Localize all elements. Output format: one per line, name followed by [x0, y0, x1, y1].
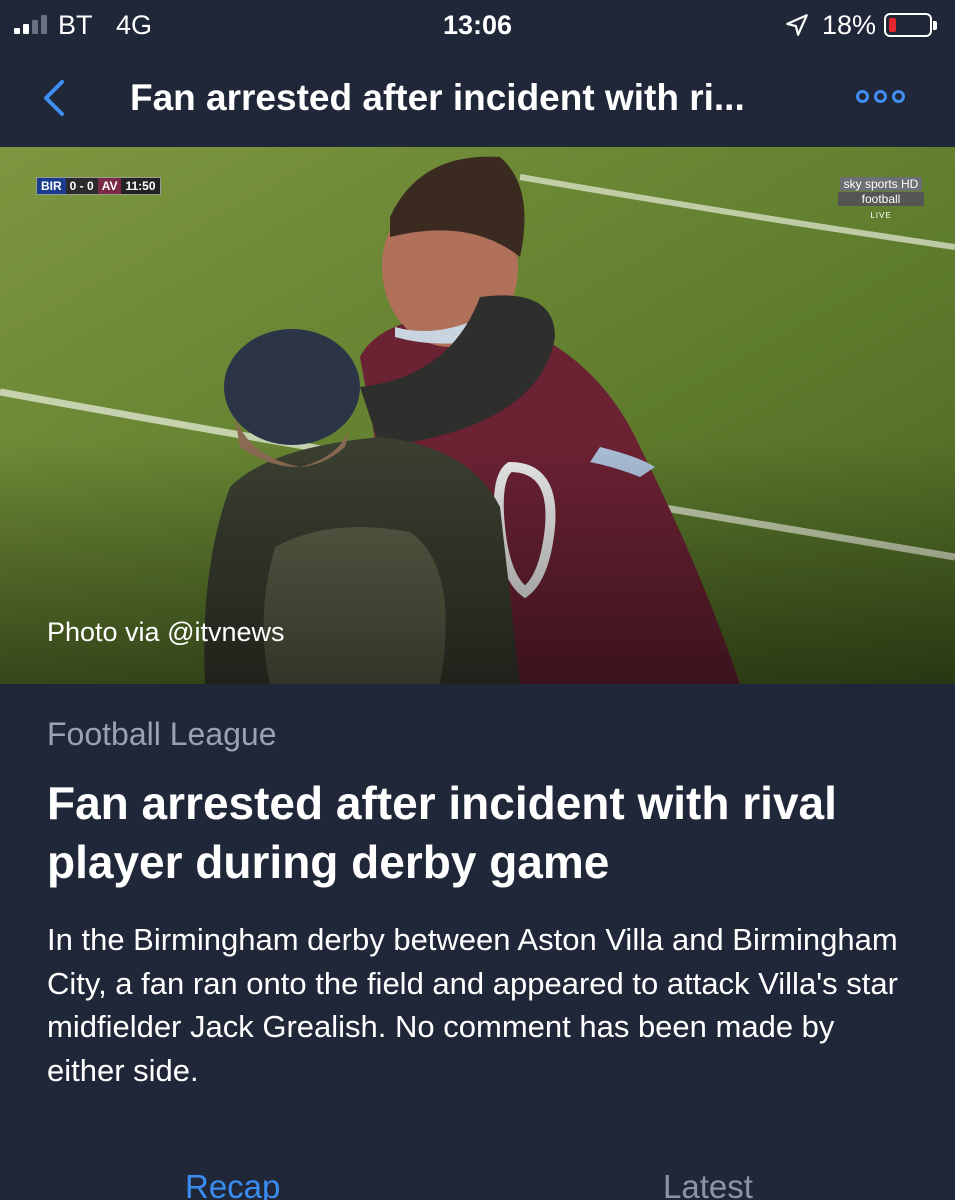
nav-title: Fan arrested after incident with ri...: [130, 77, 745, 118]
broadcaster-logo: sky sports HD football LIVE: [834, 177, 928, 220]
scorebug-away: AV: [97, 178, 122, 194]
battery-icon: [884, 13, 937, 37]
scorebug: BIR 0 - 0 AV 11:50: [36, 177, 161, 195]
tab-latest[interactable]: Latest: [663, 1168, 753, 1200]
nav-bar: Fan arrested after incident with ri...: [0, 50, 955, 146]
broadcaster-status: LIVE: [870, 211, 892, 220]
hero-photo: [0, 147, 955, 684]
article-summary: In the Birmingham derby between Aston Vi…: [47, 922, 898, 1088]
scorebug-time: 11:50: [121, 178, 160, 194]
tab-recap[interactable]: Recap: [185, 1168, 280, 1200]
status-bar: BT 4G 13:06 18%: [0, 0, 955, 50]
scorebug-score: 0 - 0: [65, 178, 98, 194]
scorebug-home: BIR: [37, 178, 66, 194]
status-time: 13:06: [442, 10, 513, 40]
location-arrow-icon: [786, 14, 808, 36]
article-headline: Fan arrested after incident with rival p…: [47, 777, 837, 888]
chevron-left-icon[interactable]: [40, 78, 70, 118]
battery-level: [889, 18, 896, 32]
battery-percent: 18%: [822, 10, 877, 40]
article-category[interactable]: Football League: [47, 716, 277, 753]
more-dots-icon[interactable]: [856, 90, 905, 103]
hero-image[interactable]: BIR 0 - 0 AV 11:50 sky sports HD footbal…: [0, 147, 955, 684]
photo-credit: Photo via @itvnews: [47, 617, 285, 647]
broadcaster-brand: sky sports HD: [839, 177, 923, 191]
broadcaster-channel: football: [838, 192, 924, 206]
